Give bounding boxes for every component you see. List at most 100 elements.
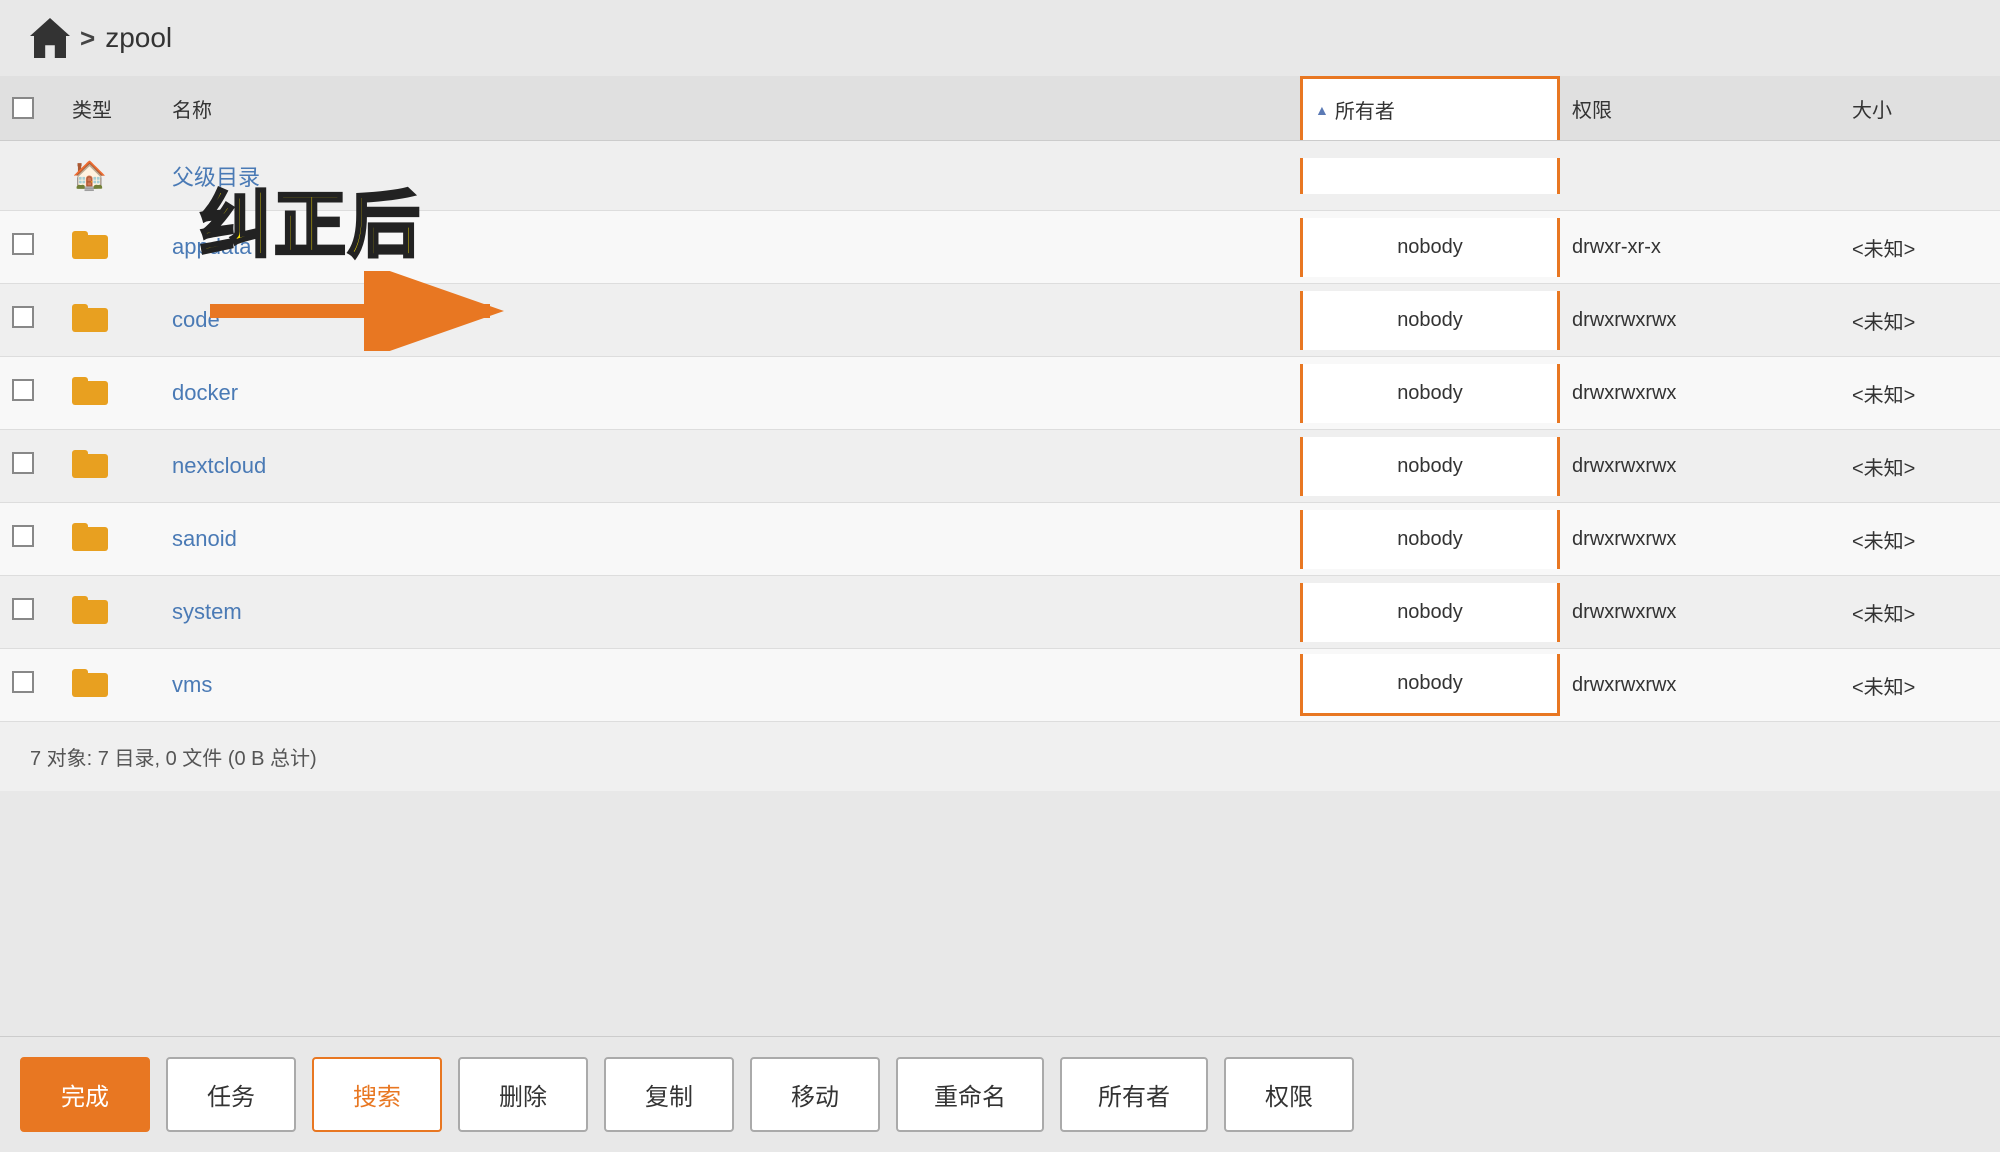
done-button[interactable]: 完成 (20, 1057, 150, 1132)
search-button[interactable]: 搜索 (312, 1057, 442, 1132)
row-checkbox[interactable] (12, 452, 34, 474)
sort-arrow-icon: ▲ (1315, 102, 1329, 118)
select-all-checkbox[interactable] (12, 97, 34, 119)
row-size-cell: <未知> (1840, 361, 2000, 426)
header-permissions: 权限 (1560, 76, 1840, 140)
header-owner-label: 所有者 (1335, 95, 1395, 124)
row-size-cell: <未知> (1840, 507, 2000, 572)
file-link[interactable]: system (172, 599, 242, 624)
parent-dir-link[interactable]: 父级目录 (172, 165, 260, 190)
row-checkbox[interactable] (12, 598, 34, 620)
row-size-cell: <未知> (1840, 580, 2000, 645)
table-row: appdata nobody drwxr-xr-x <未知> (0, 211, 2000, 284)
row-permissions-cell: drwxrwxrwx (1560, 437, 1840, 496)
status-text: 7 对象: 7 目录, 0 文件 (0 B 总计) (30, 748, 317, 770)
tasks-button[interactable]: 任务 (166, 1057, 296, 1132)
row-checkbox-cell[interactable] (0, 653, 60, 717)
row-type-cell (60, 211, 160, 283)
row-name-cell[interactable]: code (160, 289, 1300, 351)
row-name-cell[interactable]: docker (160, 362, 1300, 424)
row-checkbox-cell (0, 158, 60, 194)
header-checkbox (0, 76, 60, 140)
table-row: code nobody drwxrwxrwx <未知> (0, 284, 2000, 357)
row-name-cell[interactable]: sanoid (160, 508, 1300, 570)
folder-icon (72, 448, 108, 478)
row-type-cell (60, 284, 160, 356)
move-button[interactable]: 移动 (750, 1057, 880, 1132)
row-permissions-cell: drwxrwxrwx (1560, 583, 1840, 642)
row-type-cell (60, 503, 160, 575)
row-size-cell: <未知> (1840, 215, 2000, 280)
row-owner-cell: nobody (1300, 437, 1560, 496)
row-owner-cell: nobody (1300, 218, 1560, 277)
row-owner-cell: nobody (1300, 510, 1560, 569)
file-link[interactable]: sanoid (172, 526, 237, 551)
row-name-cell[interactable]: nextcloud (160, 435, 1300, 497)
row-permissions-cell: drwxrwxrwx (1560, 291, 1840, 350)
copy-button[interactable]: 复制 (604, 1057, 734, 1132)
row-checkbox[interactable] (12, 233, 34, 255)
row-checkbox[interactable] (12, 306, 34, 328)
row-name-cell[interactable]: appdata (160, 216, 1300, 278)
header-owner[interactable]: ▲ 所有者 (1300, 76, 1560, 140)
header-name: 名称 (160, 76, 1300, 140)
row-name-cell[interactable]: system (160, 581, 1300, 643)
row-name-cell[interactable]: vms (160, 654, 1300, 716)
folder-icon (72, 521, 108, 551)
breadcrumb: > zpool (0, 0, 2000, 76)
table-row: system nobody drwxrwxrwx <未知> (0, 576, 2000, 649)
folder-icon (72, 667, 108, 697)
row-checkbox-cell[interactable] (0, 580, 60, 644)
row-checkbox-cell[interactable] (0, 361, 60, 425)
table-header: 类型 名称 ▲ 所有者 权限 大小 (0, 76, 2000, 141)
row-checkbox[interactable] (12, 671, 34, 693)
row-type-cell (60, 576, 160, 648)
row-permissions-cell: drwxrwxrwx (1560, 364, 1840, 423)
row-type-cell: 🏠 (60, 141, 160, 210)
row-checkbox-cell[interactable] (0, 215, 60, 279)
row-size-cell: <未知> (1840, 653, 2000, 718)
file-link[interactable]: nextcloud (172, 453, 266, 478)
delete-button[interactable]: 删除 (458, 1057, 588, 1132)
row-checkbox-cell[interactable] (0, 434, 60, 498)
header-type: 类型 (60, 76, 160, 140)
row-size-cell (1840, 158, 2000, 194)
row-checkbox[interactable] (12, 379, 34, 401)
rename-button[interactable]: 重命名 (896, 1057, 1044, 1132)
row-size-cell: <未知> (1840, 288, 2000, 353)
folder-icon (72, 375, 108, 405)
folder-icon (72, 302, 108, 332)
file-link[interactable]: appdata (172, 234, 252, 259)
status-bar: 7 对象: 7 目录, 0 文件 (0 B 总计) (0, 722, 2000, 791)
row-owner-cell: nobody (1300, 291, 1560, 350)
home-icon[interactable] (30, 18, 70, 58)
row-type-cell (60, 649, 160, 721)
table-row: vms nobody drwxrwxrwx <未知> (0, 649, 2000, 722)
file-table: 类型 名称 ▲ 所有者 权限 大小 🏠 父级目录 (0, 76, 2000, 722)
row-type-cell (60, 357, 160, 429)
row-permissions-cell: drwxr-xr-x (1560, 218, 1840, 277)
table-row: sanoid nobody drwxrwxrwx <未知> (0, 503, 2000, 576)
row-owner-cell (1300, 158, 1560, 194)
perms-button[interactable]: 权限 (1224, 1057, 1354, 1132)
file-link[interactable]: vms (172, 672, 212, 697)
table-row: 🏠 父级目录 (0, 141, 2000, 211)
row-checkbox-cell[interactable] (0, 288, 60, 352)
row-checkbox-cell[interactable] (0, 507, 60, 571)
table-row: nextcloud nobody drwxrwxrwx <未知> (0, 430, 2000, 503)
row-type-cell (60, 430, 160, 502)
file-link[interactable]: code (172, 307, 220, 332)
row-name-cell[interactable]: 父级目录 (160, 142, 1300, 210)
row-owner-cell: nobody (1300, 583, 1560, 642)
breadcrumb-path: zpool (105, 22, 172, 54)
breadcrumb-separator: > (80, 23, 95, 54)
row-checkbox[interactable] (12, 525, 34, 547)
owner-button[interactable]: 所有者 (1060, 1057, 1208, 1132)
header-size: 大小 (1840, 76, 2000, 140)
row-owner-cell: nobody (1300, 364, 1560, 423)
folder-icon (72, 229, 108, 259)
folder-icon (72, 594, 108, 624)
row-owner-cell: nobody (1300, 654, 1560, 716)
file-link[interactable]: docker (172, 380, 238, 405)
row-permissions-cell: drwxrwxrwx (1560, 656, 1840, 715)
